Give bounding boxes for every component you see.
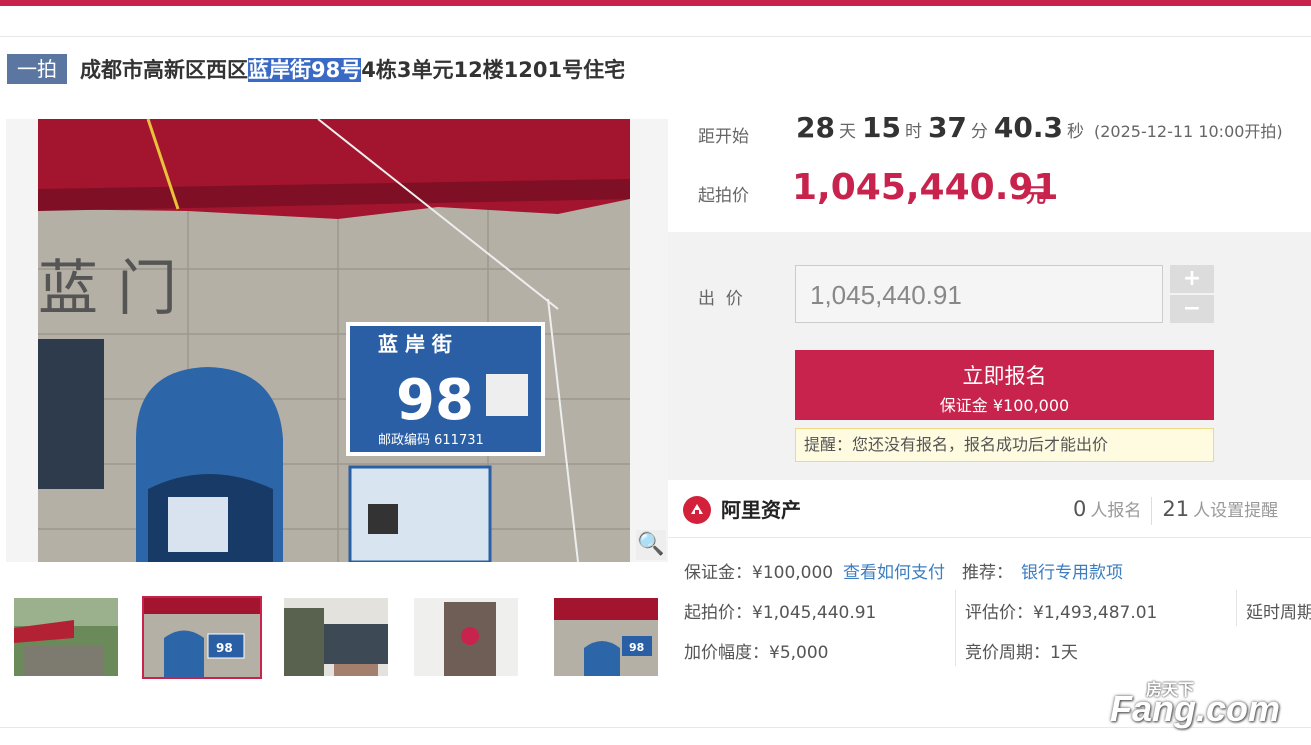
- auction-round-badge: 一拍: [7, 54, 67, 84]
- start-price-info: 起拍价：¥1,045,440.91: [684, 603, 877, 623]
- page-title: 成都市高新区西区蓝岸街98号4栋3单元12楼1201号住宅: [80, 54, 625, 86]
- title-prefix: 成都市高新区西区: [80, 58, 248, 82]
- bid-label: 出 价: [698, 289, 743, 309]
- delay-period-info: 延时周期: [1246, 603, 1311, 623]
- watermark-big-text: Fang.com: [1110, 688, 1281, 729]
- start-price-value: 1,045,440.91: [792, 167, 1059, 208]
- start-price-label: 起拍价: [698, 186, 749, 206]
- countdown-days: 28: [796, 111, 835, 144]
- signup-count: 0: [1073, 497, 1087, 521]
- svg-text:98: 98: [396, 368, 474, 433]
- title-suffix: 4栋3单元12楼1201号住宅: [361, 58, 626, 82]
- countdown-seconds-unit: 秒: [1067, 122, 1084, 142]
- signup-button[interactable]: 立即报名 保证金 ¥100,000: [795, 350, 1214, 420]
- start-price-unit: 元: [1026, 183, 1046, 207]
- bidding-period-info: 竞价周期：1天: [965, 643, 1078, 663]
- signup-reminder: 提醒：您还没有报名，报名成功后才能出价: [795, 428, 1214, 462]
- reminder-count-label: 人设置提醒: [1193, 501, 1279, 521]
- thumbnail-2[interactable]: 98: [142, 596, 262, 679]
- thumbnail-1[interactable]: [14, 598, 118, 676]
- countdown-minutes: 37: [927, 111, 967, 144]
- title-highlight: 蓝岸街98号: [248, 58, 362, 82]
- auction-start-time: (2025-12-11 10:00开拍): [1094, 122, 1283, 141]
- svg-text:邮政编码 611731: 邮政编码 611731: [378, 433, 484, 448]
- recommend-label: 推荐：: [962, 563, 1013, 583]
- signup-count-label: 人报名: [1090, 501, 1142, 521]
- reminder-count: 21: [1162, 497, 1190, 521]
- countdown-hours: 15: [861, 111, 901, 144]
- how-to-pay-link[interactable]: 查看如何支付: [843, 558, 945, 583]
- magnifier-icon[interactable]: 🔍: [636, 530, 666, 560]
- increase-bid-button[interactable]: +: [1170, 265, 1214, 293]
- thumbnail-5[interactable]: 98: [554, 598, 658, 676]
- top-accent-bar: [0, 0, 1311, 6]
- ali-assets-logo-icon: [683, 496, 711, 524]
- thumbnail-4[interactable]: [414, 598, 518, 676]
- column-divider: [955, 590, 956, 666]
- appraisal-price-info: 评估价：¥1,493,487.01: [965, 603, 1158, 623]
- svg-text:蓝 岸 街: 蓝 岸 街: [378, 332, 452, 356]
- platform-name: 阿里资产: [721, 498, 801, 522]
- decrease-bid-button[interactable]: −: [1170, 295, 1214, 323]
- countdown-days-unit: 天: [838, 122, 856, 142]
- svg-text:98: 98: [216, 641, 233, 655]
- stats-divider: [1151, 497, 1153, 525]
- participation-stats: 0 人报名 21 人设置提醒: [1073, 496, 1278, 525]
- countdown-hours-unit: 时: [904, 122, 922, 142]
- fang-watermark-logo: 房天下 Fang.com: [1110, 676, 1310, 736]
- signup-button-label: 立即报名: [962, 364, 1047, 388]
- svg-text:蓝 门: 蓝 门: [38, 254, 177, 324]
- deposit-amount: 保证金 ¥100,000: [939, 396, 1070, 415]
- main-image-viewer[interactable]: 蓝 门 蓝 岸 街 98 邮政编码 611731 🔍: [6, 119, 668, 562]
- bid-panel: 出 价 1,045,440.91 + − 立即报名 保证金 ¥100,000 提…: [668, 232, 1311, 480]
- main-photo: 蓝 门 蓝 岸 街 98 邮政编码 611731: [38, 119, 630, 562]
- thumbnail-3[interactable]: [284, 598, 388, 676]
- countdown-minutes-unit: 分: [970, 122, 988, 142]
- column-divider: [1236, 590, 1237, 626]
- section-divider: [668, 537, 1311, 538]
- recommend-link[interactable]: 银行专用款项: [1021, 558, 1123, 583]
- svg-text:98: 98: [629, 641, 644, 654]
- header-divider: [0, 36, 1311, 37]
- countdown-seconds: 40.3: [993, 111, 1063, 144]
- countdown-timer: 28 天 15 时 37 分 40.3 秒 (2025-12-11 10:00开拍): [796, 111, 1283, 144]
- deposit-info: 保证金：¥100,000: [684, 563, 834, 583]
- bid-amount-input[interactable]: 1,045,440.91: [795, 265, 1163, 323]
- bid-increment-info: 加价幅度：¥5,000: [684, 643, 829, 663]
- countdown-label: 距开始: [698, 127, 749, 147]
- thumbnail-strip: 98 98: [10, 596, 670, 680]
